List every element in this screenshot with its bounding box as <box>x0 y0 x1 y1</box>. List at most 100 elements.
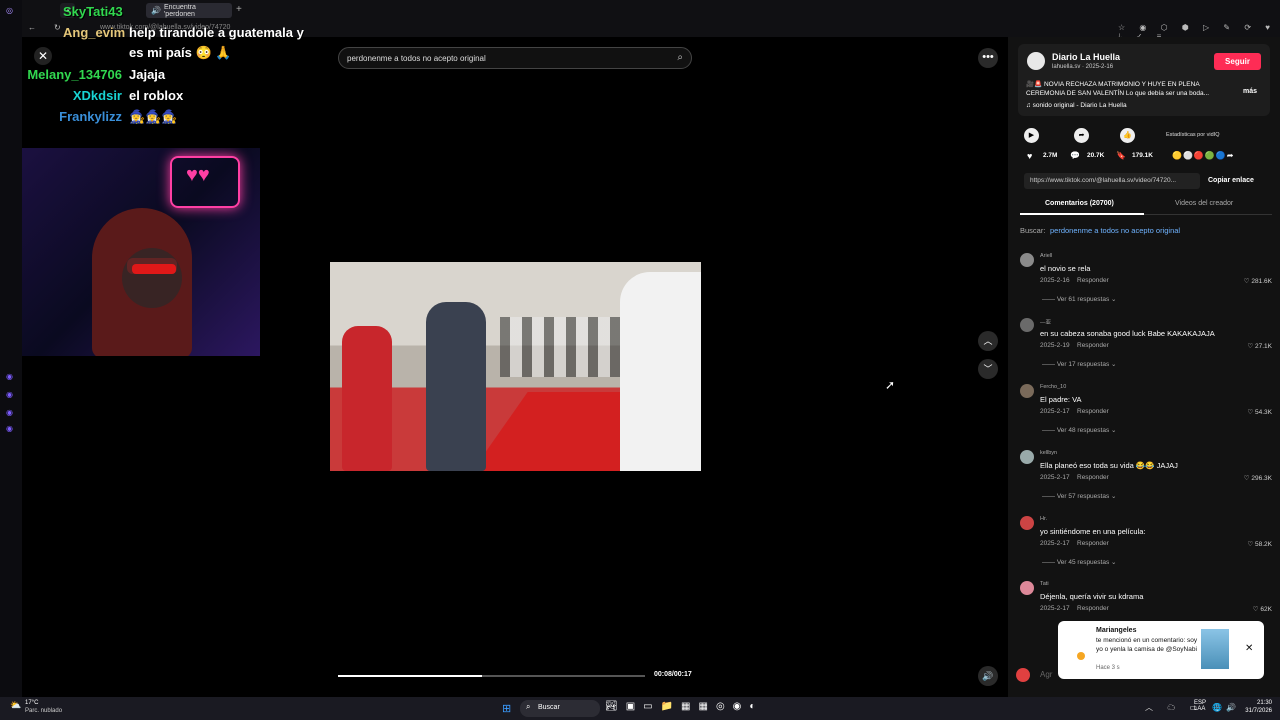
view-replies-button[interactable]: —— Ver 45 respuestas ⌄ <box>1042 558 1116 566</box>
comment-input-hint[interactable]: Agr <box>1040 670 1052 679</box>
commenter-avatar[interactable] <box>1020 450 1034 464</box>
comment-user[interactable]: kellbyn <box>1040 450 1057 456</box>
browser-tab-active[interactable]: 🔊 Encuentra 'perdonen <box>146 3 232 18</box>
chat-message: 🧙‍♀️🧙‍♀️🧙‍♀️ <box>129 109 178 124</box>
weather-desc: Parc. nublado <box>25 708 63 714</box>
view-replies-label: Ver 57 respuestas <box>1056 493 1110 500</box>
reload-icon[interactable]: ↻ <box>54 23 61 32</box>
search-link[interactable]: perdonenme a todos no acepto original <box>1050 226 1180 235</box>
comment-like-count: 296.3K <box>1251 475 1272 482</box>
taskbar-search[interactable]: ⌕ Buscar <box>520 700 600 717</box>
comment-like[interactable]: ♡ 62K <box>1253 605 1272 613</box>
comment-date: 2025-2-17 <box>1040 408 1070 415</box>
comment-user[interactable]: Ariell <box>1040 253 1052 259</box>
bride-figure <box>342 326 392 471</box>
comment-like-count: 281.6K <box>1251 278 1272 285</box>
reply-button[interactable]: Responder <box>1077 540 1109 547</box>
view-replies-button[interactable]: —— Ver 48 respuestas ⌄ <box>1042 426 1116 434</box>
more-link[interactable]: más <box>1243 88 1257 95</box>
view-replies-label: Ver 61 respuestas <box>1056 296 1110 303</box>
view-replies-button[interactable]: —— Ver 61 respuestas ⌄ <box>1042 295 1116 303</box>
weather-temp: 17°C <box>25 700 39 706</box>
author-name[interactable]: Diario La Huella <box>1052 52 1120 62</box>
back-icon[interactable]: ← <box>28 23 36 32</box>
heart-icon[interactable]: ♥ <box>1027 151 1032 161</box>
view-replies-label: Ver 45 respuestas <box>1056 559 1110 566</box>
author-avatar[interactable] <box>1027 52 1045 70</box>
video-progress-bar[interactable] <box>338 675 645 677</box>
language-indicator[interactable]: ESP LAA <box>1194 700 1208 712</box>
comment-like[interactable]: ♡ 296.3K <box>1244 474 1272 482</box>
commenter-avatar[interactable] <box>1020 253 1034 267</box>
comment-user[interactable]: Hr. <box>1040 516 1047 522</box>
comment-like[interactable]: ♡ 54.3K <box>1247 408 1272 416</box>
comment-count: 20.7K <box>1087 152 1105 159</box>
comment-user[interactable]: Tati <box>1040 581 1049 587</box>
video-frame[interactable] <box>330 262 701 471</box>
search-icon[interactable]: ⌕ <box>677 52 683 63</box>
comment-date: 2025-2-16 <box>1040 277 1070 284</box>
reply-button[interactable]: Responder <box>1077 605 1109 612</box>
chat-username: Ang_evim <box>63 25 126 40</box>
clock-time: 21:30 <box>1256 700 1272 706</box>
view-replies-label: Ver 48 respuestas <box>1056 427 1110 434</box>
side-icon-4[interactable]: ◉ <box>6 424 13 433</box>
sound-link[interactable]: ♫ sonido original - Diario La Huella <box>1026 102 1127 109</box>
comment-user[interactable]: —亚 <box>1040 318 1051 326</box>
reply-button[interactable]: Responder <box>1077 277 1109 284</box>
user-avatar <box>1016 668 1030 682</box>
bookmark-icon[interactable]: 🔖 <box>1116 151 1126 160</box>
comment-like[interactable]: ♡ 27.1K <box>1247 342 1272 350</box>
chat-username: XDkdsir <box>72 88 122 103</box>
mouse-cursor-icon: ➚ <box>885 378 896 392</box>
close-icon[interactable]: ✕ <box>34 47 52 65</box>
commenter-avatar[interactable] <box>1020 516 1034 530</box>
notification-user: Mariangeles <box>1096 627 1137 634</box>
view-replies-button[interactable]: —— Ver 57 respuestas ⌄ <box>1042 492 1116 500</box>
reply-button[interactable]: Responder <box>1077 342 1109 349</box>
comment-icon[interactable]: 💬 <box>1070 151 1080 160</box>
search-label: Buscar: <box>1020 226 1046 235</box>
tab-creator-videos[interactable]: Videos del creador <box>1175 200 1233 207</box>
more-options-icon[interactable]: ••• <box>978 48 998 68</box>
groom-figure <box>426 302 486 471</box>
taskbar-app-icons[interactable]: 🏞▣▭📁▦▦◎◉◐ <box>605 701 763 712</box>
side-icon-3[interactable]: ◉ <box>6 408 13 417</box>
tab-indicator <box>1020 213 1144 215</box>
comment-like[interactable]: ♡ 281.6K <box>1244 277 1272 285</box>
volume-icon[interactable]: 🔊 <box>978 666 998 686</box>
side-icon-2[interactable]: ◉ <box>6 390 13 399</box>
app-icon[interactable]: ◎ <box>6 6 13 15</box>
commenter-avatar[interactable] <box>1020 384 1034 398</box>
reply-button[interactable]: Responder <box>1077 474 1109 481</box>
chevron-up-icon[interactable]: ︿ <box>978 331 998 351</box>
close-icon[interactable]: ✕ <box>1245 643 1253 654</box>
windows-start-icon[interactable]: ⊞ <box>502 702 511 715</box>
view-replies-button[interactable]: —— Ver 17 respuestas ⌄ <box>1042 360 1116 368</box>
share-icon[interactable]: ➦ <box>1074 128 1089 143</box>
side-icon-1[interactable]: ◉ <box>6 372 13 381</box>
reply-button[interactable]: Responder <box>1077 408 1109 415</box>
commenter-avatar[interactable] <box>1020 318 1034 332</box>
tab-comments[interactable]: Comentarios (20700) <box>1045 200 1114 207</box>
comment-text: Déjenla, quería vivir su kdrama <box>1040 592 1144 601</box>
comment-date: 2025-2-17 <box>1040 474 1070 481</box>
post-link-field[interactable]: https://www.tiktok.com/@lahuella.sv/vide… <box>1024 173 1200 189</box>
comment-like[interactable]: ♡ 58.2K <box>1247 540 1272 548</box>
comment-user[interactable]: Fercho_10 <box>1040 384 1066 390</box>
tray-status-icons[interactable]: 🌐🔊 <box>1212 703 1240 712</box>
copy-link-button[interactable]: Copiar enlace <box>1208 177 1254 184</box>
like-stat-icon[interactable]: 👍 <box>1120 128 1135 143</box>
search-input[interactable]: perdonenme a todos no acepto original ⌕ <box>338 47 692 69</box>
share-platform-icons[interactable]: 🟡⚪🔴🟢🔵➦ <box>1172 151 1235 160</box>
comment-date: 2025-2-17 <box>1040 605 1070 612</box>
play-icon[interactable]: ▶ <box>1024 128 1039 143</box>
heart-icon: ♡ <box>1247 409 1255 416</box>
chevron-down-icon[interactable]: ﹀ <box>978 359 998 379</box>
commenter-avatar[interactable] <box>1020 581 1034 595</box>
follow-button[interactable]: Seguir <box>1214 53 1261 70</box>
new-tab-icon[interactable]: + <box>236 4 242 15</box>
sunglasses-lens <box>132 264 176 274</box>
chat-message: help tirandole a guatemala y <box>129 25 304 40</box>
mention-notification[interactable]: Mariangeles te mencionó en un comentario… <box>1058 621 1264 679</box>
